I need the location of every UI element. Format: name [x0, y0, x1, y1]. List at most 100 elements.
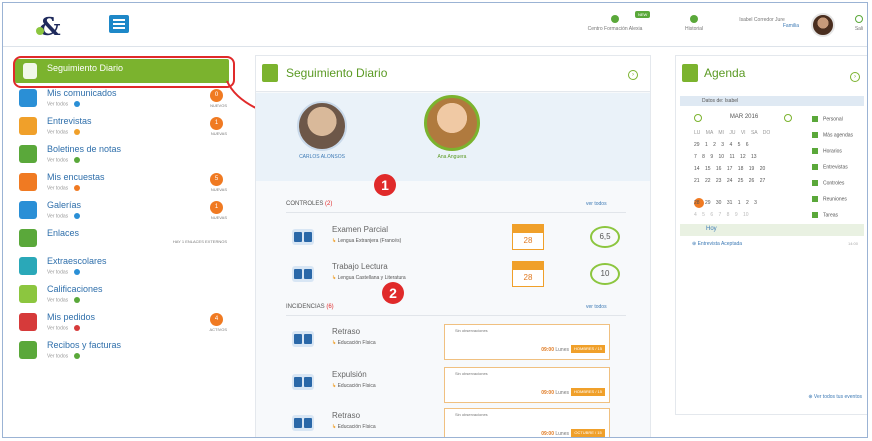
view-all-link[interactable]: Ver todas [47, 213, 81, 219]
calendar-week[interactable]: 4 5 6 7 8 9 10 [694, 212, 794, 218]
center-link[interactable]: NEW Centro Formación Alexia [587, 11, 651, 32]
section-label: CONTROLES [286, 201, 324, 207]
view-all-link[interactable]: Ver todos [47, 353, 81, 359]
history-icon [690, 15, 698, 23]
extracurricular-icon [19, 257, 37, 275]
sidebar-item-enlaces[interactable]: Enlaces HAY 1 ENLACES EXTERNOS [17, 227, 229, 254]
chat-icon [19, 89, 37, 107]
date-badge: HOMBRES / 15 [571, 345, 605, 353]
menu-icon[interactable] [109, 15, 129, 33]
prev-month-icon[interactable] [694, 114, 702, 122]
divider [286, 212, 626, 213]
filter-checkbox[interactable]: Tareas [812, 212, 838, 218]
filter-checkbox[interactable]: Personal [812, 116, 843, 122]
filter-checkbox[interactable]: Reuniones [812, 196, 847, 202]
checkbox-icon [812, 196, 818, 202]
sidebar-item-galerias[interactable]: Galerías Ver todas 1 NUEVAS [17, 199, 229, 226]
view-all-link[interactable]: Ver todos [47, 101, 81, 107]
list-item[interactable]: Expulsión ↳ Educación Física Sin observa… [286, 367, 626, 407]
user-menu[interactable]: Isabel Corredor Jure Familia [725, 17, 799, 29]
list-item[interactable]: Retraso ↳ Educación Física Sin observaci… [286, 408, 626, 437]
sidebar-item-boletines[interactable]: Boletines de notas Ver todos [17, 143, 229, 170]
list-item[interactable]: Examen Parcial ↳ Lengua Extranjera (Fran… [286, 222, 626, 262]
observation-text: Sin observaciones [455, 371, 488, 376]
date-badge: 28 [512, 224, 544, 250]
view-all-link[interactable]: Ver todas [47, 185, 81, 191]
sidebar-item-label: Mis encuestas [47, 172, 105, 182]
incident-time: 09:00 Lunes [541, 347, 569, 353]
section-count: (6) [326, 304, 334, 310]
new-badge: NEW [635, 11, 651, 18]
logo-leaf-icon [36, 27, 44, 35]
list-item[interactable]: Trabajo Lectura ↳ Lengua Castellana y Li… [286, 259, 626, 299]
calendar-week[interactable]: 14 15 16 17 18 19 20 [694, 166, 794, 172]
sidebar-item-entrevistas[interactable]: Entrevistas Ver todas 1 NUEVAS [17, 115, 229, 142]
sidebar-item-recibos[interactable]: Recibos y facturas Ver todos [17, 339, 229, 366]
score-badge: 10 [590, 263, 620, 285]
item-subject: ↳ Educación Física [332, 424, 376, 430]
filter-checkbox[interactable]: Más agendas [812, 132, 853, 138]
panel-header: Agenda › [676, 56, 867, 92]
item-subject: ↳ Educación Física [332, 340, 376, 346]
view-all-link[interactable]: Ver todas [47, 129, 81, 135]
gallery-icon [19, 201, 37, 219]
view-all-link[interactable]: ver todos [586, 201, 607, 207]
sidebar-item-calificaciones[interactable]: Calificaciones Ver todas [17, 283, 229, 310]
owner-label: Datos de: [702, 98, 724, 104]
agenda-owner-select[interactable]: Datos de: Isabel [680, 96, 864, 106]
date-badge: HOMBRES / 15 [571, 388, 605, 396]
count-badge: 5 [210, 173, 223, 186]
gift-icon [19, 313, 37, 331]
student-card[interactable]: CARLOS ALONSOS [292, 101, 352, 160]
event-item[interactable]: ⊕ Entrevista Aceptada [692, 241, 742, 247]
observation-text: Sin observaciones [455, 328, 488, 333]
book-icon [292, 229, 314, 245]
list-item[interactable]: Retraso ↳ Educación Física Sin observaci… [286, 324, 626, 364]
sidebar-item-label: Entrevistas [47, 116, 92, 126]
view-all-link[interactable]: ver todos [586, 304, 607, 310]
filter-checkbox[interactable]: Entrevistas [812, 164, 848, 170]
student-card[interactable]: Ana Anguera [420, 95, 484, 160]
item-title: Examen Parcial [332, 225, 389, 234]
refresh-icon[interactable]: › [628, 70, 638, 80]
item-subject: ↳ Lengua Castellana y Literatura [332, 275, 406, 281]
view-all-events-link[interactable]: ⊕ Ver todos tus eventos [808, 394, 862, 400]
calendar-week[interactable]: 29 1 2 3 4 5 6 [694, 142, 794, 148]
calendar-week[interactable]: 7 8 9 10 11 12 13 [694, 154, 794, 160]
item-subject: ↳ Lengua Extranjera (Francés) [332, 238, 402, 244]
daily-tracking-icon [262, 64, 278, 82]
calendar-week[interactable]: 28 29 30 31 1 2 3 [694, 200, 794, 206]
sidebar-item-label: Boletines de notas [47, 144, 122, 154]
count-badge: 1 [210, 201, 223, 214]
owner-value: Isabel [724, 98, 739, 104]
observation-box: Sin observaciones 09:00 Lunes HOMBRES / … [444, 367, 610, 403]
avatar[interactable] [811, 13, 835, 37]
logout-link[interactable]: Sali [849, 15, 867, 32]
filter-checkbox[interactable]: Horarios [812, 148, 842, 154]
view-all-link[interactable]: Ver todas [47, 297, 81, 303]
sidebar-item-extraescolares[interactable]: Extraescolares Ver todas [17, 255, 229, 282]
incident-time: 09:00 Lunes [541, 390, 569, 396]
refresh-icon[interactable]: › [850, 72, 860, 82]
incident-time: 09:00 Lunes [541, 431, 569, 437]
status-tag: NUEVAS [210, 215, 227, 220]
sidebar-item-encuestas[interactable]: Mis encuestas Ver todas 5 NUEVAS [17, 171, 229, 198]
filter-checkbox[interactable]: Controles [812, 180, 844, 186]
calendar-icon [682, 64, 698, 82]
school-icon [611, 15, 619, 23]
book-icon [292, 415, 314, 431]
grades-icon [19, 285, 37, 303]
calendar-week[interactable]: 21 22 23 24 25 26 27 [694, 178, 794, 184]
book-icon [292, 266, 314, 282]
sidebar-item-label: Mis comunicados [47, 88, 117, 98]
event-time: 14:00 [847, 241, 858, 246]
view-all-link[interactable]: Ver todas [47, 269, 81, 275]
sidebar-item-pedidos[interactable]: Mis pedidos Ver todos 4 ACTIVOS [17, 311, 229, 338]
today-header: Hoy [680, 224, 864, 236]
view-all-link[interactable]: Ver todos [47, 157, 81, 163]
view-all-link[interactable]: Ver todos [47, 325, 81, 331]
next-month-icon[interactable] [784, 114, 792, 122]
sidebar-item-comunicados[interactable]: Mis comunicados Ver todos 0 NUEVOS [17, 87, 229, 114]
checkbox-icon [812, 212, 818, 218]
history-link[interactable]: Historial [679, 15, 709, 32]
